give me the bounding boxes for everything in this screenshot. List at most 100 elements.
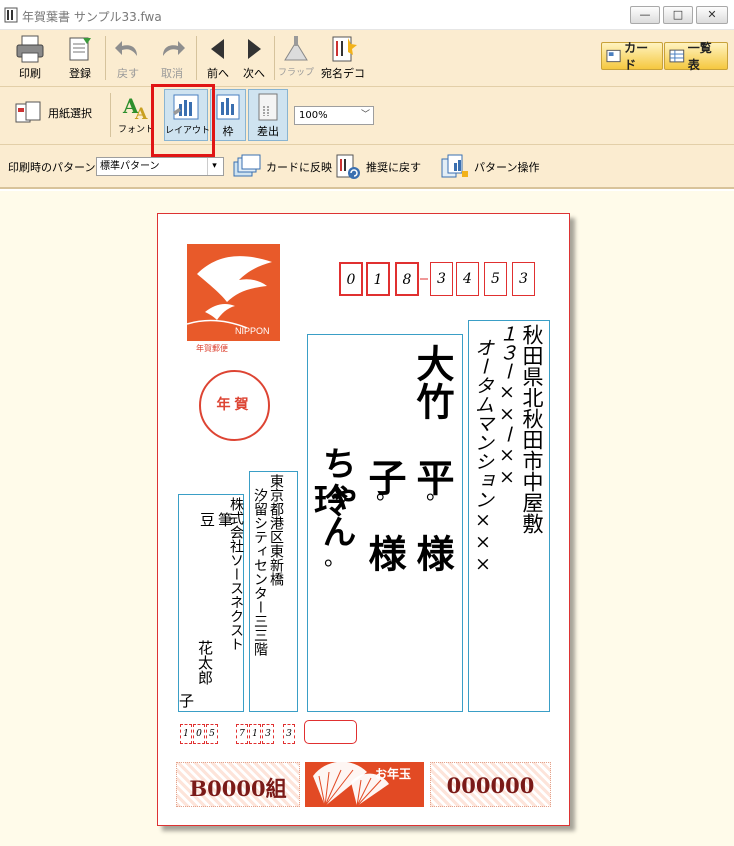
card-icon [606,49,621,63]
undo-icon [115,41,137,56]
main-toolbar: 印刷 登録 戻す 取消 前へ 次へ フラップ 宛名デコ カード 一覧表 [0,30,734,87]
reset-recommended-label: 推奨に戻す [366,161,421,174]
zip-digit-box: 8 [395,262,419,296]
chevron-down-icon: ▾ [207,158,221,175]
apply-card-icon [233,154,261,177]
cancel-label: 取消 [161,67,183,80]
toolbar-separator [110,93,111,137]
crane-icon: NIPPON [187,256,272,336]
sender-zip-digit-box: 5 [206,724,218,744]
sender-zip-digit-box: 1 [180,724,192,744]
crane-stamp: NIPPON [187,244,280,341]
chevron-down-icon: ﹀ [360,110,370,120]
stamp-brand: NIPPON [235,326,270,336]
sender-name-line3: 子 [179,692,195,710]
recipient-name-mark: 。 [324,546,347,571]
fan-icon: お年玉 [313,761,411,807]
close-icon: ✕ [707,8,717,21]
zip-digit-box: 3 [430,262,453,296]
app-icon [4,7,18,23]
lottery-group-text: B0000組 [189,776,287,801]
register-label: 登録 [69,67,91,80]
recipient-address-line3: オータムマンション××× [472,338,494,575]
list-icon [669,49,685,63]
apply-card-button[interactable]: カードに反映 [232,153,332,181]
zoom-select[interactable]: 100% ﹀ [294,106,374,125]
reset-icon [336,154,360,179]
sender-zip-extra-box [304,720,357,744]
recipient-address-line1: 秋田県北秋田市中屋敷 [520,324,544,534]
sender-icon [258,93,278,121]
close-button[interactable]: ✕ [696,6,728,24]
pattern-select[interactable]: 標準パターン ▾ [96,157,224,176]
frame-label: 枠 [222,125,234,138]
lottery-group-box: B0000組 [176,762,300,807]
register-button[interactable]: 登録 [60,34,100,81]
card-view-label: カード [624,41,649,72]
address-deco-icon [332,36,357,62]
otoshidama-text: お年玉 [375,766,411,781]
pattern-label: 印刷時のパターン [8,161,96,174]
layout-highlight-box [151,84,215,157]
font-button[interactable]: A A フォント [117,91,155,135]
flap-button[interactable]: フラップ [278,34,314,78]
reset-recommended-button[interactable]: 推奨に戻す [334,153,421,181]
font-label: フォント [117,125,154,135]
print-label: 印刷 [19,67,41,80]
sender-name-line1: 筆 豆 [198,512,234,590]
minimize-icon: — [639,8,651,21]
prev-label: 前へ [207,67,229,80]
recipient-name-line2: 子 様 [362,344,407,572]
pattern-toolbar: 印刷時のパターン 標準パターン ▾ カードに反映 推奨に戻す パターン操作 [0,145,734,189]
address-deco-button[interactable]: 宛名デコ [320,34,366,81]
sender-zip-digit-box: 3 [262,724,274,744]
prev-arrow-icon [211,39,224,59]
card-view-button[interactable]: カード [601,41,663,72]
sender-button[interactable]: 差出 [248,89,288,141]
pattern-value: 標準パターン [100,161,160,172]
toolbar-separator [105,36,106,80]
pattern-ops-button[interactable]: パターン操作 [440,153,539,181]
address-deco-label: 宛名デコ [321,67,365,80]
lottery-number-box: 000000 [430,762,551,807]
prev-button[interactable]: 前へ [202,34,234,81]
toolbar-separator [196,36,197,80]
redo-icon [163,41,185,56]
frame-button[interactable]: 枠 [210,89,246,141]
stamp-caption: 年賀郵便 [196,344,228,353]
frame-icon [216,94,240,120]
maximize-icon: □ [672,8,684,21]
nenga-mark: 年賀 [199,370,270,441]
minimize-button[interactable]: — [630,6,660,24]
undo-button[interactable]: 戻す [110,34,146,81]
sender-address-line1: 東京都港区東新橋 [268,474,284,586]
title-bar: 年賀葉書 サンプル33.fwa — □ ✕ [0,0,734,30]
pattern-ops-label: パターン操作 [474,161,540,174]
printer-icon [16,35,44,63]
flap-label: フラップ [278,68,315,78]
sender-zip-digit-box: 3 [283,724,295,744]
list-view-label: 一覧表 [687,41,712,72]
zip-digit-box: 0 [339,262,363,296]
font-icon: A A [122,94,148,121]
next-button[interactable]: 次へ [238,34,270,81]
paper-icon [15,101,41,123]
next-arrow-icon [248,39,261,59]
window-title: 年賀葉書 サンプル33.fwa [22,10,162,24]
zip-hyphen [420,278,428,280]
zip-digit-box: 5 [484,262,507,296]
maximize-button[interactable]: □ [663,6,693,24]
zip-digit-box: 3 [512,262,535,296]
zoom-value: 100% [299,110,328,121]
recipient-name-mark: 。 [426,480,449,505]
zip-digit-box: 1 [366,262,390,296]
print-button[interactable]: 印刷 [10,34,50,81]
next-label: 次へ [243,67,265,80]
sender-zip-digit-box: 1 [249,724,261,744]
svg-text:A: A [134,104,148,121]
otoshidama-box: お年玉 [305,761,424,807]
paper-select-button[interactable]: 用紙選択 [14,99,92,127]
list-view-button[interactable]: 一覧表 [664,41,728,72]
cancel-button[interactable]: 取消 [154,34,190,81]
zip-digit-box: 4 [456,262,479,296]
